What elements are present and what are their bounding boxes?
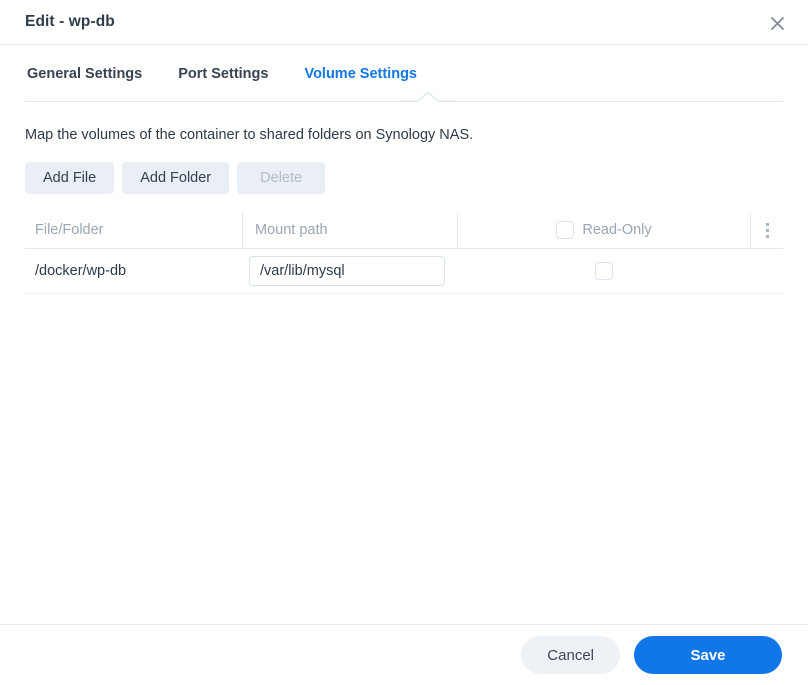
dialog-titlebar: Edit - wp-db	[0, 0, 808, 45]
tab-port-settings[interactable]: Port Settings	[176, 62, 270, 86]
column-header-read-only: Read-Only	[458, 213, 750, 248]
close-icon[interactable]	[762, 8, 792, 38]
tab-underline	[25, 91, 783, 102]
volumes-table: File/Folder Mount path Read-Only /docker…	[25, 212, 783, 294]
add-folder-button[interactable]: Add Folder	[122, 161, 230, 194]
cell-mount-path	[243, 249, 458, 293]
kebab-menu-icon[interactable]	[750, 212, 783, 248]
add-file-button[interactable]: Add File	[25, 161, 115, 194]
delete-button: Delete	[237, 161, 326, 194]
settings-tabs: General Settings Port Settings Volume Se…	[0, 45, 808, 102]
active-tab-caret-icon	[397, 91, 459, 102]
tab-volume-settings[interactable]: Volume Settings	[302, 62, 419, 86]
cancel-button[interactable]: Cancel	[521, 636, 620, 674]
tab-general-settings[interactable]: General Settings	[25, 62, 144, 86]
table-header-row: File/Folder Mount path Read-Only	[25, 212, 783, 249]
column-header-read-only-label: Read-Only	[582, 222, 652, 239]
edit-container-dialog: Edit - wp-db General Settings Port Setti…	[0, 0, 808, 685]
row-read-only-checkbox[interactable]	[595, 261, 613, 280]
dialog-title: Edit - wp-db	[25, 13, 115, 30]
cell-row-spacer	[750, 249, 783, 293]
volume-toolbar: Add File Add Folder Delete	[25, 161, 783, 194]
column-header-file-folder: File/Folder	[25, 212, 243, 248]
table-row[interactable]: /docker/wp-db	[25, 249, 783, 294]
save-button[interactable]: Save	[634, 636, 782, 674]
dialog-footer: Cancel Save	[0, 624, 808, 685]
kebab-menu-dots	[765, 222, 769, 238]
select-all-read-only-checkbox[interactable]	[556, 221, 575, 240]
volume-settings-panel: Map the volumes of the container to shar…	[0, 102, 808, 624]
cell-file-folder: /docker/wp-db	[35, 262, 127, 279]
mount-path-input[interactable]	[249, 255, 445, 286]
panel-description: Map the volumes of the container to shar…	[25, 127, 474, 143]
column-header-mount-path: Mount path	[243, 212, 458, 248]
cell-read-only	[458, 249, 750, 293]
